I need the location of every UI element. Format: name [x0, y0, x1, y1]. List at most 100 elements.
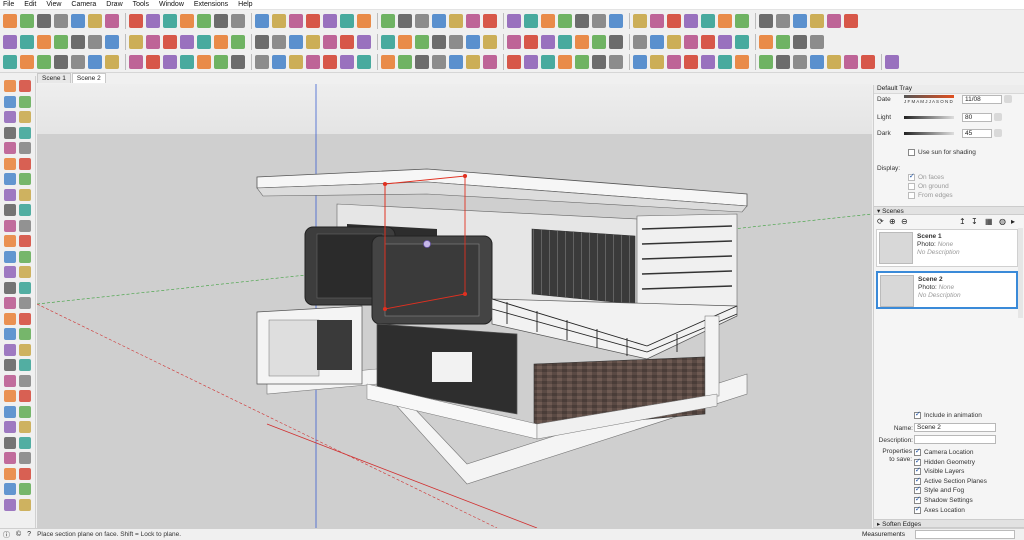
left-tool-icon-3-1[interactable]	[19, 126, 31, 139]
tb3-tool-icon-23[interactable]	[415, 54, 429, 69]
tb3-tool-icon-15[interactable]	[272, 54, 286, 69]
left-tool-icon-10-0[interactable]	[4, 235, 16, 247]
tb2-tool-icon-29[interactable]	[524, 34, 538, 49]
tb2-tool-icon-42[interactable]	[759, 34, 773, 49]
include-anim-row[interactable]: Include in animation	[914, 410, 982, 419]
tb3-tool-icon-41[interactable]	[735, 54, 749, 69]
light-field[interactable]: 80	[962, 113, 992, 122]
left-tool-icon-15-0[interactable]	[4, 312, 16, 325]
property-checkbox[interactable]	[914, 476, 921, 485]
left-tool-icon-20-1[interactable]	[19, 390, 31, 402]
from-edges-row[interactable]: From edges	[908, 192, 953, 199]
left-tool-icon-1-0[interactable]	[4, 95, 16, 108]
tb1-tool-icon-25[interactable]	[449, 13, 463, 28]
menu-file[interactable]: File	[3, 1, 14, 8]
tb3-tool-icon-5[interactable]	[88, 54, 102, 69]
menu-window[interactable]: Window	[159, 1, 184, 8]
on-faces-checkbox[interactable]	[908, 172, 915, 181]
tb2-tool-icon-14[interactable]	[255, 34, 269, 49]
menu-draw[interactable]: Draw	[106, 1, 122, 8]
tb1-tool-icon-2[interactable]	[37, 13, 51, 28]
tb2-tool-icon-9[interactable]	[163, 34, 177, 49]
instructor-icon[interactable]: ?	[27, 531, 31, 538]
tb2-tool-icon-37[interactable]	[667, 34, 681, 49]
tb1-tool-icon-30[interactable]	[541, 13, 555, 28]
menu-extensions[interactable]: Extensions	[194, 1, 228, 8]
tb2-tool-icon-12[interactable]	[214, 34, 228, 49]
tb2-tool-icon-41[interactable]	[735, 34, 749, 49]
from-edges-checkbox[interactable]	[908, 192, 915, 199]
tb1-tool-icon-27[interactable]	[483, 13, 497, 28]
on-ground-row[interactable]: On ground	[908, 183, 949, 190]
use-sun-checkbox[interactable]	[908, 149, 915, 156]
tb3-tool-icon-37[interactable]	[667, 54, 681, 69]
tb2-tool-icon-26[interactable]	[466, 34, 480, 49]
dark-slider[interactable]	[904, 132, 954, 135]
left-tool-icon-7-0[interactable]	[4, 188, 16, 201]
light-slider[interactable]	[904, 116, 954, 119]
tb1-tool-icon-38[interactable]	[684, 13, 698, 28]
tb1-tool-icon-28[interactable]	[507, 13, 521, 28]
tb3-tool-icon-31[interactable]	[558, 54, 572, 69]
tb2-tool-icon-3[interactable]	[54, 34, 68, 49]
tb2-tool-icon-18[interactable]	[323, 34, 337, 49]
tb1-tool-icon-44[interactable]	[793, 13, 807, 28]
left-tool-icon-17-0[interactable]	[4, 343, 16, 356]
left-tool-icon-26-1[interactable]	[19, 483, 31, 495]
property-row[interactable]: Camera Location	[914, 447, 974, 456]
tb1-tool-icon-21[interactable]	[381, 13, 395, 28]
tb3-tool-icon-14[interactable]	[255, 54, 269, 69]
left-tool-icon-1-1[interactable]	[19, 95, 31, 108]
tb3-tool-icon-45[interactable]	[810, 54, 824, 69]
property-row[interactable]: Active Section Planes	[914, 476, 987, 485]
tb1-tool-icon-29[interactable]	[524, 13, 538, 28]
date-spinner[interactable]	[1004, 95, 1012, 103]
left-tool-icon-18-1[interactable]	[19, 359, 31, 371]
tb3-tool-icon-20[interactable]	[357, 54, 371, 69]
tb1-tool-icon-8[interactable]	[146, 13, 160, 28]
left-tool-icon-10-1[interactable]	[19, 235, 31, 247]
left-tool-icon-4-1[interactable]	[19, 142, 31, 154]
tb3-tool-icon-36[interactable]	[650, 54, 664, 69]
scene-item-2[interactable]: Scene 2 Photo: None No Description	[876, 271, 1018, 309]
tb1-tool-icon-32[interactable]	[575, 13, 589, 28]
tb2-tool-icon-15[interactable]	[272, 34, 286, 49]
tb2-tool-icon-31[interactable]	[558, 34, 572, 49]
property-checkbox[interactable]	[914, 466, 921, 476]
tb3-tool-icon-27[interactable]	[483, 54, 497, 69]
scene-name-field[interactable]: Scene 2	[914, 423, 996, 432]
tb2-tool-icon-1[interactable]	[20, 34, 34, 49]
left-tool-icon-18-0[interactable]	[4, 359, 16, 371]
left-tool-icon-0-0[interactable]	[4, 80, 16, 92]
scene-description-field[interactable]	[914, 435, 996, 444]
date-slider[interactable]	[904, 95, 954, 98]
geo-location-icon[interactable]: ⓘ	[3, 530, 10, 540]
tb3-tool-icon-16[interactable]	[289, 54, 303, 69]
on-faces-row[interactable]: On faces	[908, 172, 944, 181]
tb3-tool-icon-42[interactable]	[759, 54, 773, 69]
left-tool-icon-14-1[interactable]	[19, 297, 31, 309]
left-tool-icon-5-0[interactable]	[4, 157, 16, 170]
tb2-tool-icon-10[interactable]	[180, 34, 194, 49]
include-anim-checkbox[interactable]	[914, 410, 921, 419]
scene-item-1[interactable]: Scene 1 Photo: None No Description	[876, 229, 1018, 267]
tb2-tool-icon-45[interactable]	[810, 34, 824, 49]
tb3-tool-icon-3[interactable]	[54, 54, 68, 69]
tb2-tool-icon-30[interactable]	[541, 34, 555, 49]
tb3-tool-icon-8[interactable]	[146, 54, 160, 69]
move-down-icon[interactable]: ↧	[971, 217, 978, 226]
left-tool-icon-9-0[interactable]	[4, 219, 16, 232]
tb1-tool-icon-46[interactable]	[827, 13, 841, 28]
left-tool-icon-23-0[interactable]	[4, 436, 16, 449]
left-tool-icon-13-1[interactable]	[19, 281, 31, 294]
left-tool-icon-24-1[interactable]	[19, 452, 31, 464]
property-row[interactable]: Axes Location	[914, 505, 965, 514]
left-tool-icon-6-1[interactable]	[19, 173, 31, 185]
tb3-tool-icon-49[interactable]	[885, 54, 899, 69]
menu-camera[interactable]: Camera	[71, 1, 96, 8]
tb3-tool-icon-1[interactable]	[20, 54, 34, 69]
tb2-tool-icon-16[interactable]	[289, 34, 303, 49]
tb3-tool-icon-39[interactable]	[701, 54, 715, 69]
tb3-tool-icon-13[interactable]	[231, 54, 245, 69]
property-row[interactable]: Visible Layers	[914, 466, 964, 476]
